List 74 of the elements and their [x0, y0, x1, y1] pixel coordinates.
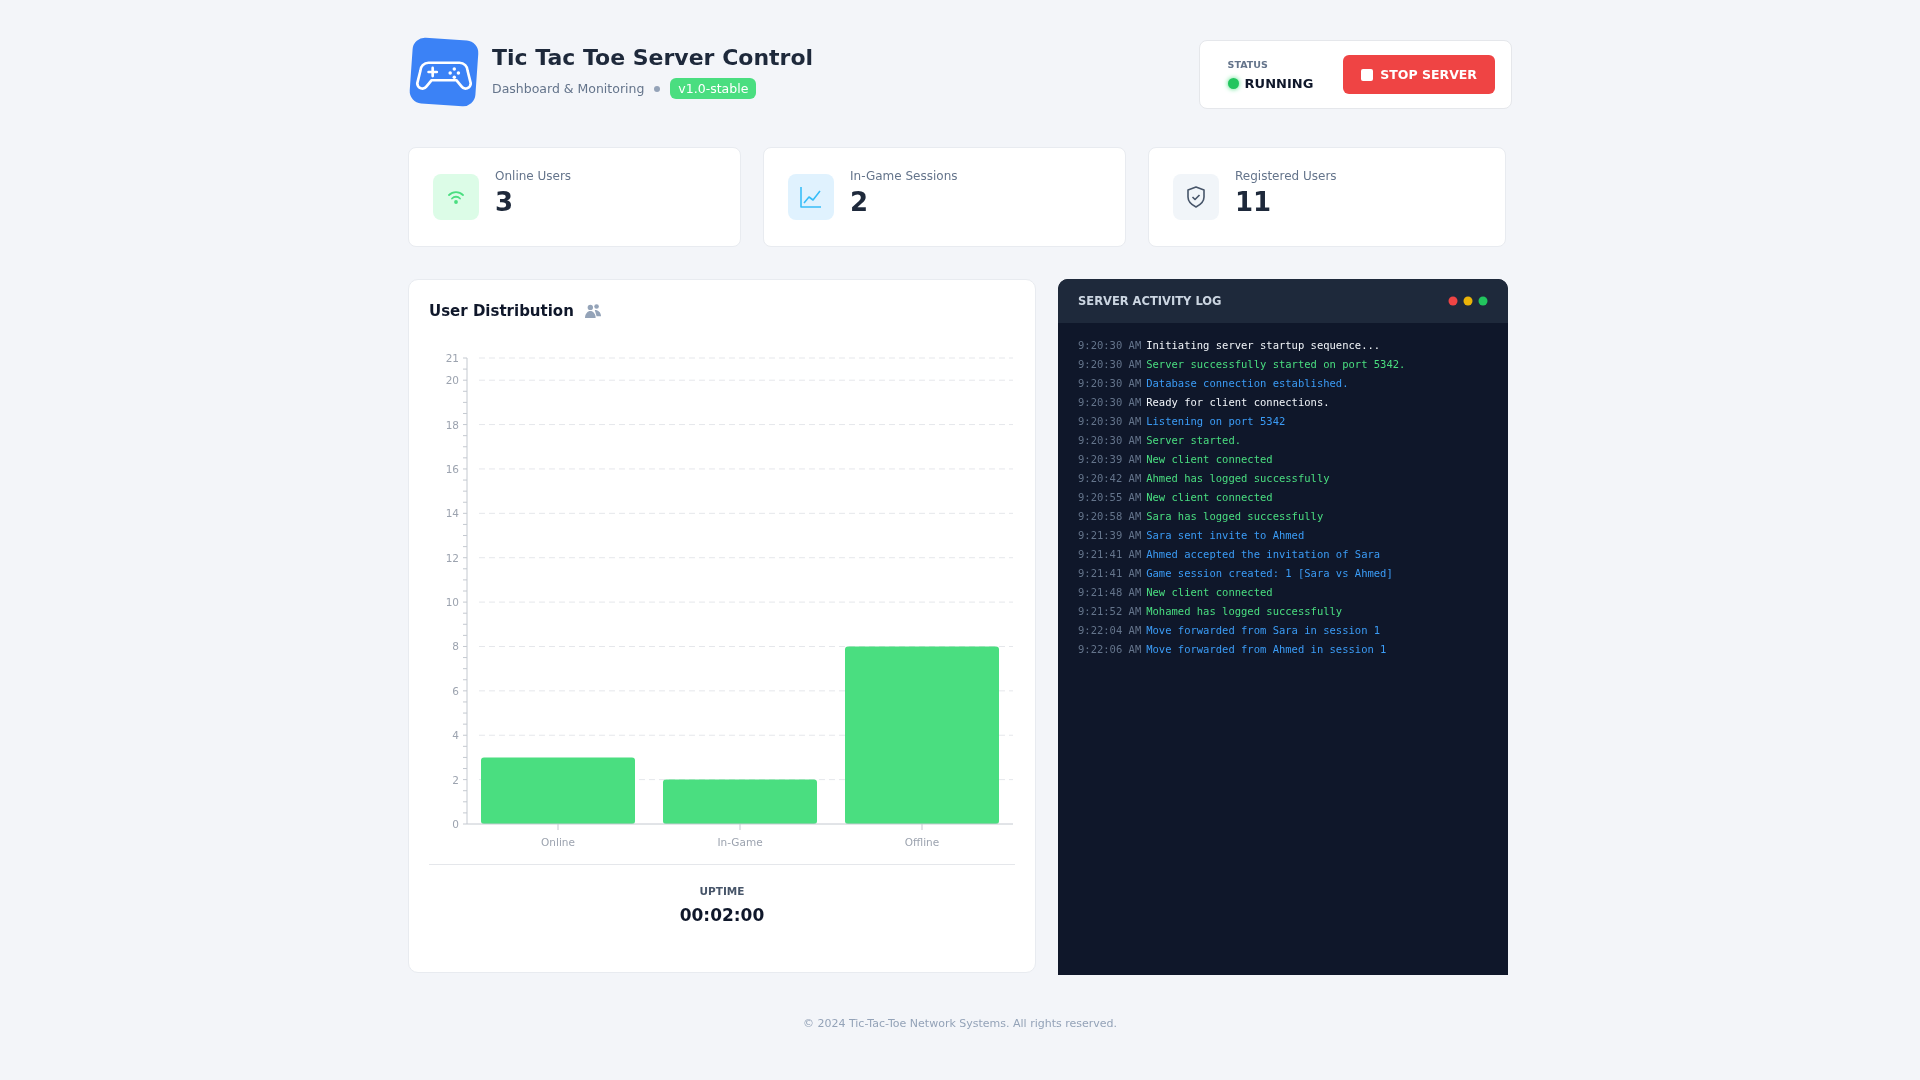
window-dots-icon — [1448, 296, 1488, 306]
log-message: New client connected — [1146, 491, 1273, 503]
distribution-title: User Distribution — [429, 302, 574, 320]
y-tick-label: 6 — [452, 684, 459, 697]
log-message: Sara has logged successfully — [1146, 510, 1324, 522]
footer-copyright: © 2024 Tic-Tac-Toe Network Systems. All rights reserved. — [801, 1017, 1119, 1030]
log-message: Mohamed has logged successfully — [1146, 605, 1343, 617]
uptime-value: 00:02:00 — [679, 905, 765, 925]
stat-label: In-Game Sessions — [850, 169, 958, 183]
log-timestamp: 9:20:39 AM — [1078, 453, 1142, 465]
log-message: Ahmed accepted the invitation of Sara — [1146, 548, 1381, 560]
status-label: STATUS — [1227, 58, 1269, 70]
log-timestamp: 9:21:39 AM — [1078, 529, 1142, 541]
log-timestamp: 9:20:30 AM — [1078, 377, 1142, 389]
log-title: SERVER ACTIVITY LOG — [1078, 294, 1222, 308]
y-tick-label: 18 — [445, 418, 459, 431]
y-tick-label: 16 — [445, 462, 459, 475]
line-chart-icon — [788, 174, 834, 220]
y-tick-label: 10 — [445, 596, 459, 609]
stop-server-button[interactable]: STOP SERVER — [1343, 55, 1495, 94]
stat-label: Online Users — [495, 169, 572, 183]
log-message: Move forwarded from Ahmed in session 1 — [1146, 643, 1387, 655]
y-tick-label: 21 — [445, 352, 459, 364]
wifi-icon — [433, 174, 479, 220]
log-message: Ahmed has logged successfully — [1146, 472, 1330, 484]
y-tick-label: 12 — [445, 551, 459, 564]
log-timestamp: 9:20:55 AM — [1078, 491, 1142, 503]
log-message: Sara sent invite to Ahmed — [1146, 529, 1305, 541]
log-message: Initiating server startup sequence... — [1146, 339, 1381, 351]
log-message: Listening on port 5342 — [1146, 415, 1286, 427]
users-icon — [583, 303, 602, 319]
version-badge: v1.0-stable — [670, 78, 757, 99]
log-timestamp: 9:21:52 AM — [1078, 605, 1142, 617]
stat-label: Registered Users — [1235, 169, 1337, 183]
log-timestamp: 9:20:42 AM — [1078, 472, 1142, 484]
log-timestamp: 9:21:41 AM — [1078, 548, 1142, 560]
x-category-label: In-Game — [717, 836, 763, 848]
log-message: Move forwarded from Sara in session 1 — [1146, 624, 1381, 636]
log-message: Database connection established. — [1146, 377, 1349, 389]
y-tick-label: 0 — [452, 818, 459, 830]
separator-dot — [654, 85, 661, 92]
uptime-label: UPTIME — [699, 885, 745, 897]
y-tick-label: 2 — [452, 773, 459, 786]
app-title: Tic Tac Toe Server Control — [492, 45, 814, 70]
y-tick-label: 14 — [445, 507, 459, 520]
log-timestamp: 9:20:58 AM — [1078, 510, 1142, 522]
log-message: New client connected — [1146, 453, 1273, 465]
y-tick-label: 4 — [452, 729, 459, 742]
stat-value: 2 — [850, 187, 870, 217]
log-timestamp: 9:20:30 AM — [1078, 339, 1142, 351]
log-timestamp: 9:22:06 AM — [1078, 643, 1142, 655]
y-tick-label: 8 — [452, 640, 459, 653]
stat-value: 3 — [495, 187, 515, 217]
log-timestamp: 9:20:30 AM — [1078, 358, 1142, 370]
log-timestamp: 9:21:48 AM — [1078, 586, 1142, 598]
stop-icon — [1361, 68, 1374, 81]
y-tick-label: 20 — [445, 374, 459, 387]
gamepad-logo-icon — [408, 36, 480, 108]
log-timestamp: 9:20:30 AM — [1078, 434, 1142, 446]
x-category-label: Offline — [904, 836, 940, 848]
log-timestamp: 9:20:30 AM — [1078, 396, 1142, 408]
log-timestamp: 9:20:30 AM — [1078, 415, 1142, 427]
log-message: Ready for client connections. — [1146, 396, 1330, 408]
stat-value: 11 — [1235, 187, 1273, 217]
log-message: Server started. — [1146, 434, 1242, 446]
log-message: New client connected — [1146, 586, 1273, 598]
shield-check-icon — [1173, 174, 1219, 220]
x-category-label: Online — [541, 836, 575, 848]
app-subtitle: Dashboard & Monitoring — [492, 81, 645, 96]
status-value: RUNNING — [1244, 75, 1314, 91]
log-timestamp: 9:21:41 AM — [1078, 567, 1142, 579]
log-timestamp: 9:22:04 AM — [1078, 624, 1142, 636]
log-message: Server successfully started on port 5342. — [1146, 358, 1406, 370]
log-message: Game session created: 1 [Sara vs Ahmed] — [1146, 567, 1393, 579]
